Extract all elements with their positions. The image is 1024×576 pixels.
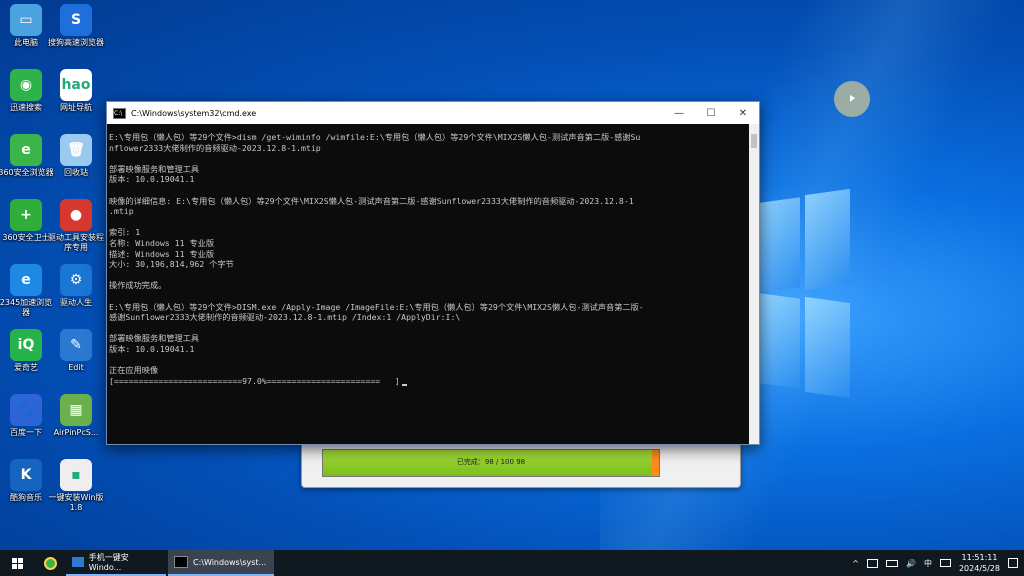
desktop-icon[interactable]: hao 网址导航 xyxy=(46,69,106,113)
cursor-arrow-icon xyxy=(850,95,855,102)
desktop-icon[interactable]: ⚙ 驱动人生 xyxy=(46,264,106,308)
app-icon: 🗑 xyxy=(60,134,92,166)
desktop-icon-label: 搜狗高速浏览器 xyxy=(48,38,104,47)
clock-time: 11:51:11 xyxy=(961,553,998,562)
app-icon: iQ xyxy=(10,329,42,361)
app-icon: S xyxy=(60,4,92,36)
desktop-icon-label: AirPinPcS... xyxy=(53,428,99,437)
wallpaper-windows-logo xyxy=(760,188,850,399)
desktop-icon[interactable]: ▦ AirPinPcS... xyxy=(46,394,106,438)
deploy-progress-window: 已完成：98 / 100 98 xyxy=(301,440,741,488)
progress-text: 已完成：98 / 100 98 xyxy=(456,458,526,466)
cmd-window[interactable]: C:\ C:\Windows\system32\cmd.exe — ☐ ✕ E:… xyxy=(106,101,760,445)
cmd-title: C:\Windows\system32\cmd.exe xyxy=(131,108,257,118)
app-icon: hao xyxy=(60,69,92,101)
app-icon: ▭ xyxy=(10,4,42,36)
console-line: 感谢Sunflower2333大佬制作的音频驱动-2023.12.8-1.mti… xyxy=(109,312,461,323)
app-icon: ⚙ xyxy=(60,264,92,296)
tray-chevron-icon[interactable]: ^ xyxy=(852,559,859,568)
console-line: 正在应用映像 xyxy=(109,365,159,376)
taskbar-task-installer[interactable]: 手机一键安Windo... xyxy=(66,550,166,576)
console-line: E:\专用包（懒人包）等29个文件>dism /get-wiminfo /wim… xyxy=(109,132,641,142)
app-icon: + xyxy=(10,199,42,231)
scrollbar[interactable] xyxy=(749,124,759,444)
desktop-icon-label: 驱动工具安装程序专用 xyxy=(48,233,104,252)
desktop-icon-label: Edit xyxy=(68,363,84,372)
desktop-icon-label: 一键安装Win版1.8 xyxy=(48,493,104,512)
console-line: 索引: 1 xyxy=(109,227,141,238)
cmd-icon: C:\ xyxy=(113,107,126,119)
console-line: 版本: 10.0.19041.1 xyxy=(109,343,195,354)
taskbar-pin-browser[interactable] xyxy=(34,550,66,576)
console-line: 部署映像服务和管理工具 xyxy=(109,333,200,344)
windows-start-icon xyxy=(11,557,23,569)
app-icon: e xyxy=(10,134,42,166)
app-icon: ▦ xyxy=(60,394,92,426)
console-line: E:\专用包（懒人包）等29个文件>DISM.exe /Apply-Image … xyxy=(109,301,644,312)
console-line: [==========================97.0%========… xyxy=(109,376,747,387)
taskbar-task-label: C:\Windows\syst... xyxy=(193,557,267,567)
maximize-button[interactable]: ☐ xyxy=(695,108,727,119)
progress-bar: 已完成：98 / 100 98 xyxy=(322,449,660,477)
app-icon: K xyxy=(10,459,42,491)
console-line: .mtip xyxy=(109,206,134,217)
keyboard-icon[interactable] xyxy=(939,559,951,567)
minimize-button[interactable]: — xyxy=(663,108,695,119)
close-button[interactable]: ✕ xyxy=(727,108,759,119)
console-line: 描述: Windows 11 专业版 xyxy=(109,248,215,259)
cmd-app-icon xyxy=(174,556,188,568)
desktop-icon-label: 驱动人生 xyxy=(60,298,92,307)
start-button[interactable] xyxy=(0,550,34,576)
desktop-icon[interactable]: ✎ Edit xyxy=(46,329,106,373)
clock-date: 2024/5/28 xyxy=(958,564,1000,573)
desktop-icon[interactable]: ● 驱动工具安装程序专用 xyxy=(46,199,106,253)
volume-icon[interactable]: 🔊 xyxy=(906,559,916,568)
console-line: 部署映像服务和管理工具 xyxy=(109,163,200,174)
app-icon: ▪ xyxy=(60,459,92,491)
input-method-indicator[interactable]: 中 xyxy=(924,558,932,569)
console-line: nflower2333大佬制作的音频驱动-2023.12.8-1.mtip xyxy=(109,142,321,153)
taskbar-task-label: 手机一键安Windo... xyxy=(88,553,129,572)
console-line: 版本: 10.0.19041.1 xyxy=(109,174,195,185)
system-tray: ^ 🔊 中 11:51:11 2024/5/28 xyxy=(852,552,1024,574)
app-icon: ◉ xyxy=(10,69,42,101)
browser-icon xyxy=(43,556,57,570)
console-line: 名称: Windows 11 专业版 xyxy=(109,237,215,248)
app-icon: ✎ xyxy=(60,329,92,361)
desktop-icon-label: 回收站 xyxy=(64,168,88,177)
taskbar-task-cmd[interactable]: C:\Windows\syst... xyxy=(168,550,274,576)
notification-icon[interactable] xyxy=(1008,558,1018,568)
mouse-pointer-highlight xyxy=(834,81,870,117)
battery-icon[interactable] xyxy=(886,559,898,567)
console-output[interactable]: E:\专用包（懒人包）等29个文件>dism /get-wiminfo /wim… xyxy=(107,124,749,444)
desktop-icon-label: 网址导航 xyxy=(60,103,92,112)
taskbar: 手机一键安Windo... C:\Windows\syst... ^ 🔊 中 1… xyxy=(0,550,1024,576)
scrollbar-thumb[interactable] xyxy=(751,134,757,148)
app-window-icon xyxy=(72,557,84,567)
app-icon: 🐾 xyxy=(10,394,42,426)
network-icon[interactable] xyxy=(867,558,878,568)
console-line: 操作成功完成。 xyxy=(109,280,167,291)
app-icon: ● xyxy=(60,199,92,231)
cmd-titlebar[interactable]: C:\ C:\Windows\system32\cmd.exe — ☐ ✕ xyxy=(107,102,759,124)
text-cursor xyxy=(401,384,407,387)
desktop-icon[interactable]: S 搜狗高速浏览器 xyxy=(46,4,106,48)
console-line: 大小: 30,196,814,962 个字节 xyxy=(109,259,234,270)
desktop-icon[interactable]: ▪ 一键安装Win版1.8 xyxy=(46,459,106,513)
desktop-icon[interactable]: 🗑 回收站 xyxy=(46,134,106,178)
console-line: 映像的详细信息: E:\专用包（懒人包）等29个文件\MIX2S懒人包-测试声音… xyxy=(109,195,634,206)
app-icon: e xyxy=(10,264,42,296)
clock[interactable]: 11:51:11 2024/5/28 xyxy=(959,552,1000,574)
